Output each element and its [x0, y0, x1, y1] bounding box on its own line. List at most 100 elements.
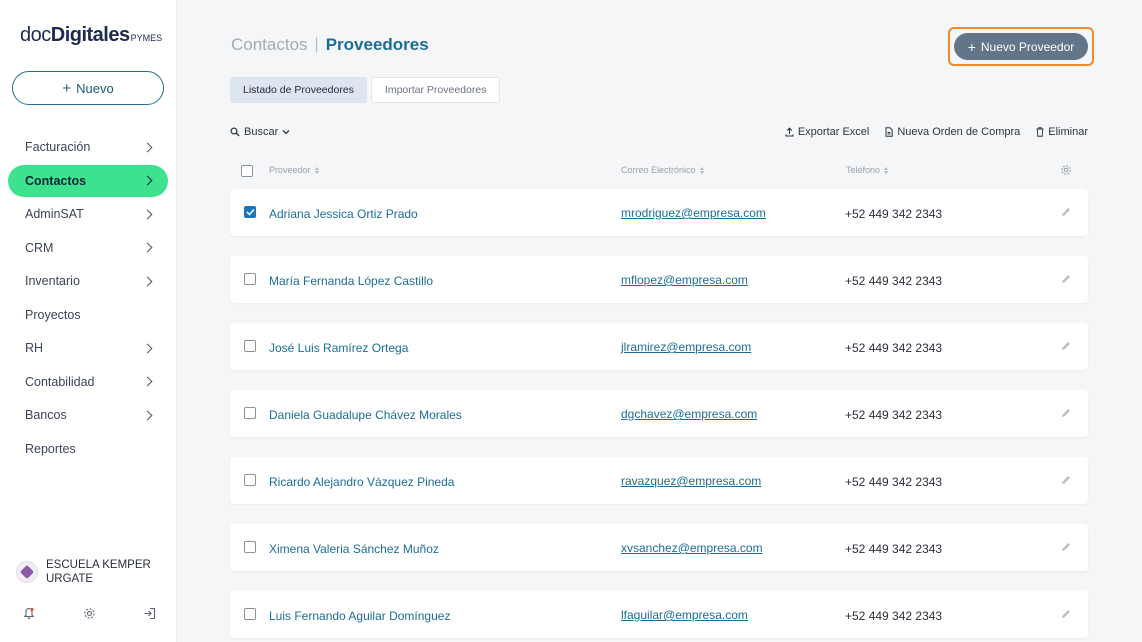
highlight-outline: + Nuevo Proveedor: [948, 27, 1094, 66]
table-row[interactable]: Daniela Guadalupe Chávez Morales dgchavez…: [230, 390, 1088, 437]
select-all-checkbox[interactable]: [241, 165, 253, 177]
search-toggle[interactable]: Buscar: [230, 126, 290, 138]
gear-icon[interactable]: [80, 604, 98, 622]
bell-icon[interactable]: [20, 604, 38, 622]
edit-pencil-icon[interactable]: [1060, 541, 1072, 553]
edit-pencil-icon[interactable]: [1060, 474, 1072, 486]
sidebar-item-rh[interactable]: RH: [8, 332, 168, 364]
row-checkbox[interactable]: [244, 541, 256, 553]
supplier-email-link[interactable]: mflopez@empresa.com: [621, 273, 748, 287]
supplier-email-link[interactable]: xvsanchez@empresa.com: [621, 541, 763, 555]
sidebar-footer: [20, 604, 158, 622]
sidebar-item-inventario[interactable]: Inventario: [8, 265, 168, 297]
supplier-email-link[interactable]: mrodriguez@empresa.com: [621, 206, 766, 220]
organization-avatar: [16, 561, 38, 583]
new-button[interactable]: + Nuevo: [12, 71, 164, 105]
tab-supplier-list[interactable]: Listado de Proveedores: [230, 77, 367, 103]
supplier-name-link[interactable]: Ricardo Alejandro Vázquez Pineda: [269, 475, 454, 489]
new-purchase-order-label: Nueva Orden de Compra: [897, 126, 1021, 138]
table-row[interactable]: Luis Fernando Aguilar Domínguez lfaguilar…: [230, 591, 1088, 638]
row-checkbox[interactable]: [244, 340, 256, 352]
supplier-name-link[interactable]: Luis Fernando Aguilar Domínguez: [269, 609, 450, 623]
sidebar-item-adminsat[interactable]: AdminSAT: [8, 198, 168, 230]
column-header-email-label: Correo Electrónico: [621, 165, 696, 175]
column-header-phone[interactable]: Teléfono: [846, 165, 889, 175]
brand-logo-part1: doc: [20, 24, 51, 46]
table-row[interactable]: Ricardo Alejandro Vázquez Pineda ravazque…: [230, 457, 1088, 504]
checkmark-icon: [245, 208, 255, 216]
sidebar-item-reportes[interactable]: Reportes: [8, 433, 168, 465]
supplier-name-link[interactable]: María Fernanda López Castillo: [269, 274, 433, 288]
row-checkbox[interactable]: [244, 407, 256, 419]
sidebar-item-bancos[interactable]: Bancos: [8, 399, 168, 431]
supplier-email-link[interactable]: ravazquez@empresa.com: [621, 474, 761, 488]
sidebar-item-label: Inventario: [25, 274, 80, 288]
chevron-right-icon: [142, 376, 153, 387]
row-checkbox[interactable]: [244, 206, 256, 218]
edit-pencil-icon[interactable]: [1060, 273, 1072, 285]
row-checkbox[interactable]: [244, 474, 256, 486]
supplier-phone: +52 449 342 2343: [845, 207, 943, 221]
chevron-right-icon: [142, 343, 153, 353]
sidebar-item-label: Contabilidad: [25, 374, 95, 389]
supplier-name-link[interactable]: Daniela Guadalupe Chávez Morales: [269, 408, 462, 422]
column-header-supplier-label: Proveedor: [269, 165, 311, 175]
column-header-email[interactable]: Correo Electrónico: [621, 165, 704, 175]
column-header-phone-label: Teléfono: [846, 165, 881, 175]
new-purchase-order-button[interactable]: Nueva Orden de Compra: [885, 126, 1020, 138]
sort-icon: [699, 166, 704, 174]
column-header-supplier[interactable]: Proveedor: [269, 165, 319, 175]
edit-pencil-icon[interactable]: [1060, 608, 1072, 620]
supplier-name-link[interactable]: José Luis Ramírez Ortega: [269, 341, 408, 355]
new-supplier-button-label: Nuevo Proveedor: [980, 39, 1075, 54]
brand-logo-part2: Digitales: [50, 24, 130, 46]
export-excel-button[interactable]: Exportar Excel: [785, 126, 870, 138]
row-checkbox[interactable]: [244, 608, 256, 620]
delete-button[interactable]: Eliminar: [1036, 126, 1088, 138]
supplier-email-link[interactable]: jlramirez@empresa.com: [621, 340, 751, 354]
supplier-name-link[interactable]: Ximena Valeria Sánchez Muñoz: [269, 542, 439, 556]
sidebar-item-label: Proyectos: [25, 307, 81, 322]
chevron-right-icon: [142, 242, 153, 253]
chevron-right-icon: [142, 410, 153, 420]
supplier-name-link[interactable]: Adriana Jessica Ortiz Prado: [269, 207, 418, 221]
sidebar-item-label: Bancos: [25, 408, 67, 422]
plus-icon: +: [967, 38, 976, 55]
column-settings-gear-icon[interactable]: [1060, 164, 1072, 178]
sort-icon: [314, 166, 319, 174]
toolbar-actions: Exportar Excel Nueva Orden de Compra Eli…: [785, 126, 1088, 138]
row-checkbox[interactable]: [244, 273, 256, 285]
sidebar-item-contabilidad[interactable]: Contabilidad: [8, 366, 168, 398]
breadcrumb: Contactos | Proveedores: [231, 35, 429, 55]
sidebar-item-label: AdminSAT: [25, 207, 84, 221]
brand-logo[interactable]: doc Digitales PYMES: [20, 24, 162, 47]
logout-icon[interactable]: [140, 604, 158, 622]
sidebar-item-proyectos[interactable]: Proyectos: [8, 299, 168, 331]
search-icon: [230, 127, 240, 137]
sidebar-item-crm[interactable]: CRM: [8, 232, 168, 264]
sidebar-item-label: CRM: [25, 240, 54, 255]
main-content: Contactos | Proveedores + Nuevo Proveedo…: [177, 0, 1142, 642]
edit-pencil-icon[interactable]: [1060, 340, 1072, 352]
supplier-email-link[interactable]: dgchavez@empresa.com: [621, 407, 757, 421]
edit-pencil-icon[interactable]: [1060, 407, 1072, 419]
tab-bar: Listado de Proveedores Importar Proveedo…: [230, 77, 501, 103]
edit-pencil-icon[interactable]: [1060, 206, 1072, 218]
tab-import-suppliers[interactable]: Importar Proveedores: [370, 77, 501, 103]
table-row[interactable]: Ximena Valeria Sánchez Muñoz xvsanchez@em…: [230, 524, 1088, 571]
sidebar-item-label: Facturación: [25, 140, 91, 154]
sidebar-item-label: RH: [25, 341, 44, 355]
new-supplier-button[interactable]: + Nuevo Proveedor: [954, 33, 1088, 60]
breadcrumb-parent[interactable]: Contactos: [231, 35, 308, 55]
organization-switcher[interactable]: ESCUELA KEMPER URGATE: [16, 558, 156, 586]
table-row[interactable]: Adriana Jessica Ortiz Prado mrodriguez@em…: [230, 189, 1088, 236]
supplier-email-link[interactable]: lfaguilar@empresa.com: [621, 608, 748, 622]
table-row[interactable]: José Luis Ramírez Ortega jlramirez@empres…: [230, 323, 1088, 370]
upload-icon: [785, 127, 794, 137]
table-row[interactable]: María Fernanda López Castillo mflopez@emp…: [230, 256, 1088, 303]
chevron-right-icon: [142, 175, 153, 186]
export-excel-label: Exportar Excel: [797, 126, 870, 138]
sidebar-item-contactos[interactable]: Contactos: [8, 164, 168, 197]
table-header: Proveedor Correo Electrónico Teléfono: [230, 162, 1088, 180]
sidebar-item-facturacion[interactable]: Facturación: [8, 131, 168, 163]
